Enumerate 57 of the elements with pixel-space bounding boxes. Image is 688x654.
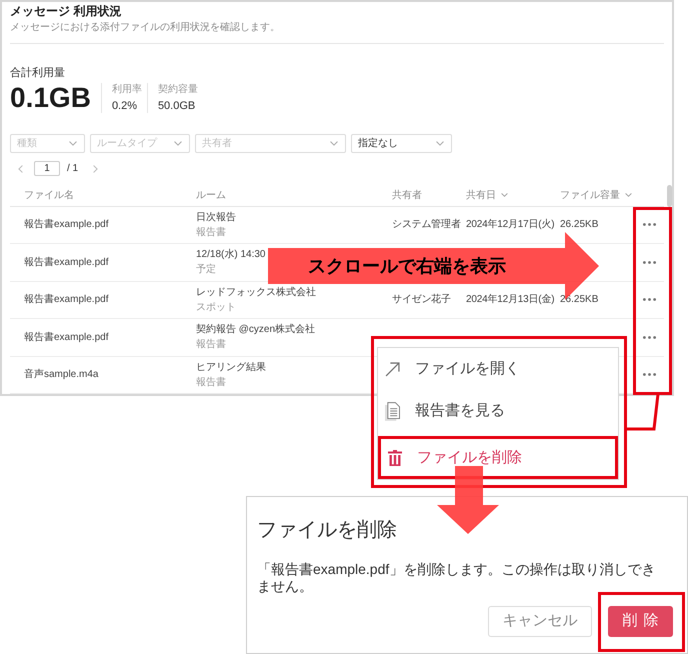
page-total: / 1 — [67, 162, 78, 176]
room-name: 契約報告 @cyzen株式会社 — [196, 322, 316, 338]
chevron-down-icon — [436, 141, 444, 146]
more-icon[interactable] — [642, 298, 656, 302]
select-field[interactable]: 指定なし — [351, 134, 452, 153]
stat-label: 利用率 — [112, 83, 142, 96]
table-cell-text: 報告書example.pdf — [24, 256, 108, 270]
trash-icon — [388, 450, 402, 466]
document-icon — [385, 402, 400, 420]
more-icon[interactable] — [642, 223, 656, 226]
column-header: ルーム — [196, 188, 226, 203]
table-cell-text: 報告書example.pdf — [24, 330, 108, 345]
stat-value: 0.2% — [112, 99, 138, 113]
room-name: ヒアリング結果 — [196, 360, 266, 375]
dialog-message: 「報告書example.pdf」を削除します。この操作は取り消しできません。 — [257, 561, 656, 595]
usage-total: 0.1GB — [10, 83, 91, 113]
room-name: 12/18(水) 14:30 — [196, 248, 266, 262]
table-cell-text: 報告書example.pdf — [24, 218, 108, 232]
table-cell-text: 報告書example.pdf — [24, 292, 108, 308]
room-type: 報告書 — [196, 338, 226, 352]
room-type: スポット — [196, 300, 236, 315]
table-cell-text: 音声sample.m4a — [24, 368, 98, 382]
table-cell-text: 2024年12月17日(火) — [466, 218, 554, 232]
column-header: ファイル容量 — [560, 188, 620, 203]
page-input[interactable]: 1 — [34, 161, 60, 176]
menu-item[interactable]: 報告書を見る — [378, 390, 618, 432]
menu-item[interactable]: ファイルを開く — [378, 348, 618, 390]
room-type: 報告書 — [196, 226, 226, 240]
more-icon[interactable] — [642, 260, 656, 264]
table-cell-text: 26.25KB — [560, 293, 598, 308]
room-name: レッドフォックス株式会社 — [196, 286, 316, 300]
down-arrow — [437, 466, 499, 534]
chevron-down-icon — [69, 141, 77, 146]
arrow-up-right-icon — [385, 362, 400, 376]
room-type: 予定 — [196, 262, 216, 278]
column-header: ファイル名 — [24, 188, 74, 203]
table-cell-text: システム管理者 — [392, 218, 461, 232]
stat-value: 50.0GB — [158, 99, 196, 113]
cancel-button[interactable]: キャンセル — [488, 606, 592, 637]
page-description: メッセージにおける添付ファイルの利用状況を確認します。 — [10, 21, 280, 35]
stat-label: 契約容量 — [158, 83, 198, 96]
chevron-down-icon — [330, 141, 338, 146]
table-cell-text: サイゼン花子 — [392, 292, 451, 308]
usage-label: 合計利用量 — [10, 66, 65, 80]
delete-button[interactable]: 削除 — [608, 606, 673, 637]
column-header: 共有者 — [392, 188, 422, 203]
more-icon[interactable] — [642, 336, 656, 339]
dialog-title: ファイルを削除 — [257, 518, 397, 543]
room-type: 報告書 — [196, 376, 226, 390]
table-cell-text: 26.25KB — [560, 218, 598, 232]
annotation-text: スクロールで右端を表示 — [308, 255, 506, 277]
chevron-down-icon — [174, 141, 182, 146]
room-name: 日次報告 — [196, 210, 236, 225]
column-header: 共有日 — [466, 188, 496, 203]
table-cell-text: 2024年12月13日(金) — [466, 293, 554, 308]
more-icon[interactable] — [642, 373, 656, 376]
page-title: メッセージ 利用状況 — [10, 3, 122, 19]
